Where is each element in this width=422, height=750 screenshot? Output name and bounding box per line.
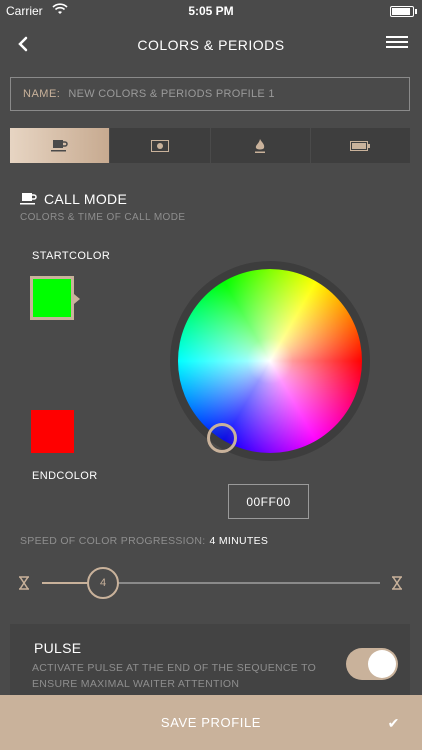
- toggle-knob: [368, 650, 396, 678]
- hourglass-end-icon: [392, 576, 402, 590]
- speed-slider-thumb[interactable]: 4: [87, 567, 119, 599]
- save-profile-button[interactable]: SAVE PROFILE ✔: [0, 695, 422, 750]
- fire-icon: [255, 138, 266, 153]
- end-color-swatch[interactable]: [31, 410, 74, 453]
- profile-name-input[interactable]: [66, 87, 371, 101]
- tab-payment-mode[interactable]: [110, 128, 211, 163]
- pulse-description: ACTIVATE PULSE AT THE END OF THE SEQUENC…: [32, 662, 317, 690]
- tab-battery-mode[interactable]: [310, 128, 410, 163]
- end-color-label: ENDCOLOR: [32, 470, 98, 482]
- start-color-label: STARTCOLOR: [32, 250, 111, 262]
- mode-tabs: [10, 128, 410, 163]
- speed-label-text: SPEED OF COLOR PROGRESSION:: [20, 535, 206, 547]
- checkmark-icon: ✔: [387, 715, 400, 731]
- name-label: NAME:: [23, 88, 61, 100]
- hourglass-start-icon: [19, 576, 29, 590]
- color-wheel[interactable]: [178, 269, 362, 453]
- tab-alarm-mode[interactable]: [210, 128, 311, 163]
- nav-bar: COLORS & PERIODS: [0, 22, 422, 68]
- start-color-swatch[interactable]: [30, 276, 80, 320]
- pulse-card: PULSE ACTIVATE PULSE AT THE END OF THE S…: [10, 624, 410, 704]
- save-profile-label: SAVE PROFILE: [160, 715, 262, 730]
- speed-slider-value: 4: [99, 577, 107, 589]
- coffee-cup-icon: [50, 139, 68, 151]
- hex-color-value: 00FF00: [246, 494, 291, 509]
- speed-label: SPEED OF COLOR PROGRESSION: 4 MINUTES: [20, 535, 268, 547]
- status-time: 5:05 PM: [188, 4, 234, 18]
- hex-color-field[interactable]: 00FF00: [228, 484, 309, 519]
- tab-call-mode[interactable]: [10, 128, 111, 163]
- color-wheel-handle[interactable]: [207, 423, 237, 453]
- battery-icon: [390, 6, 417, 17]
- coffee-cup-icon: [20, 193, 37, 205]
- section-heading: CALL MODE: [20, 191, 127, 207]
- status-bar: Carrier 5:05 PM: [0, 0, 422, 22]
- page-title: COLORS & PERIODS: [137, 37, 285, 53]
- pulse-toggle[interactable]: [346, 648, 398, 680]
- profile-name-field[interactable]: NAME:: [10, 77, 410, 111]
- battery-icon: [350, 140, 371, 151]
- section-subtitle: COLORS & TIME OF CALL MODE: [20, 212, 186, 223]
- section-title: CALL MODE: [44, 191, 128, 207]
- pulse-title: PULSE: [34, 640, 82, 656]
- speed-value: 4 MINUTES: [209, 535, 269, 547]
- banknote-icon: [150, 139, 169, 152]
- menu-icon[interactable]: [386, 36, 408, 54]
